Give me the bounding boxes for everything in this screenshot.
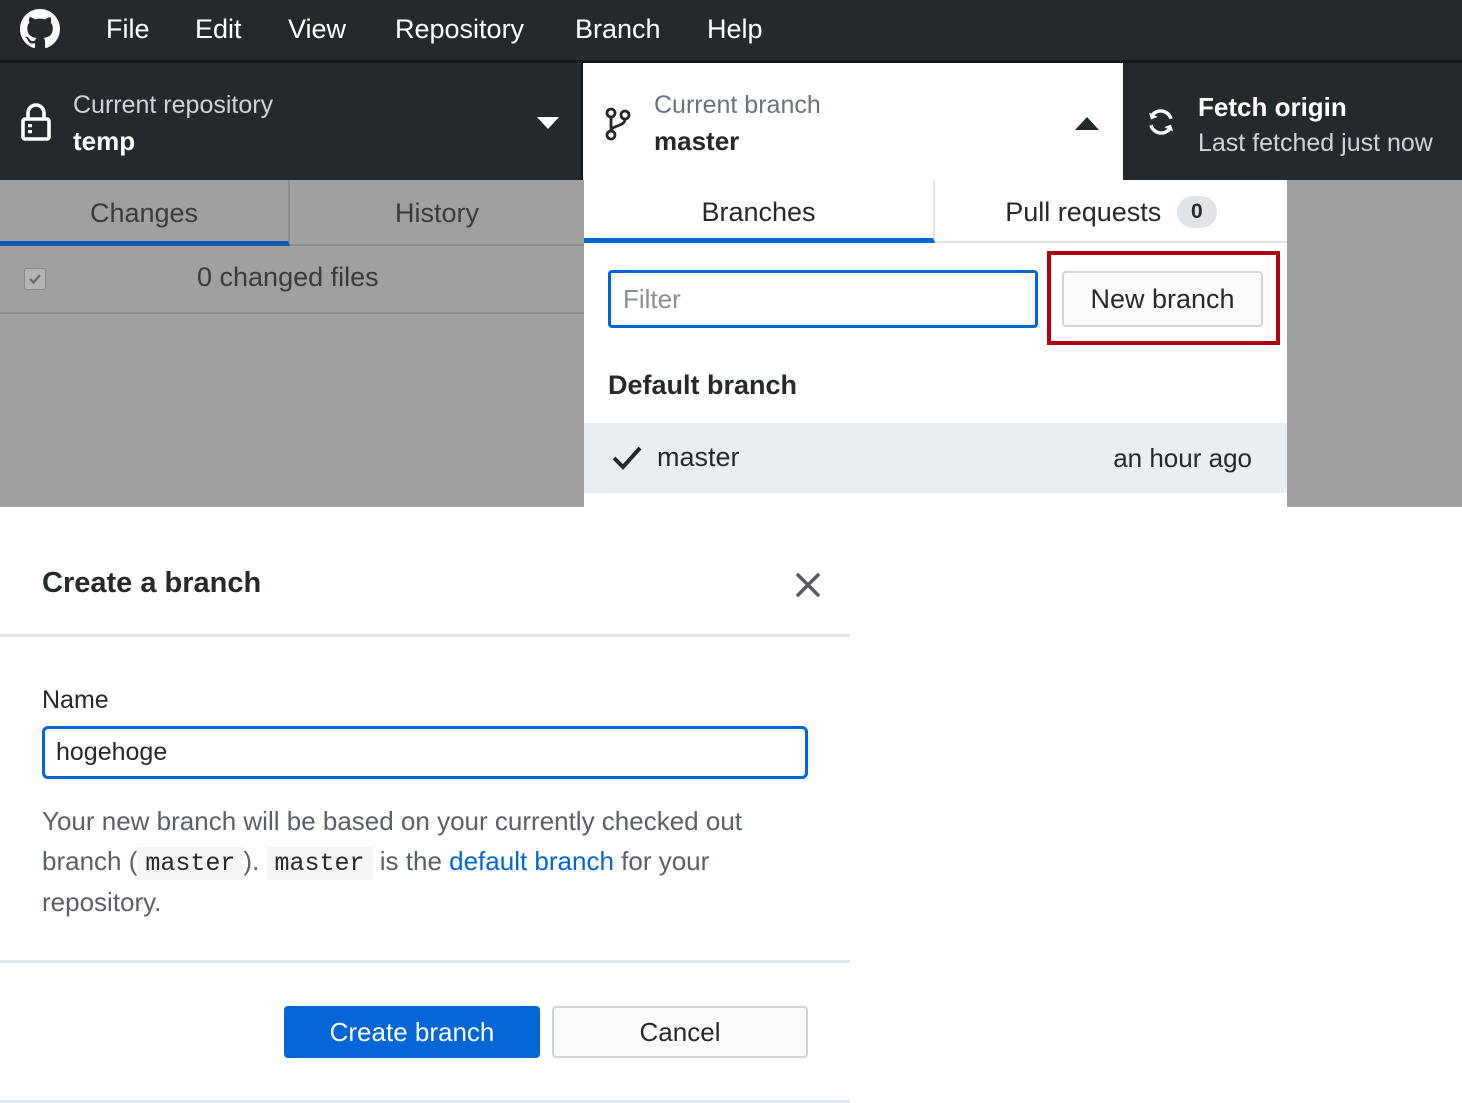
github-logo-icon: [20, 9, 60, 49]
desc-text: ).: [243, 845, 267, 876]
tab-branches[interactable]: Branches: [584, 180, 935, 243]
dialog-header-divider: [0, 634, 850, 637]
menu-bar: File Edit View Repository Branch Help: [0, 0, 1462, 60]
branch-filter-input[interactable]: [608, 270, 1038, 328]
create-branch-dialog: Create a branch Name Your new branch wil…: [0, 530, 850, 1103]
menu-repository[interactable]: Repository: [395, 12, 524, 46]
caret-down-icon: [537, 117, 559, 129]
new-branch-button[interactable]: New branch: [1062, 271, 1263, 327]
branch-last-updated: an hour ago: [1113, 443, 1252, 473]
select-all-checkbox[interactable]: [24, 268, 46, 290]
git-branch-icon: [605, 107, 631, 141]
changes-header-row: 0 changed files: [0, 246, 584, 314]
pull-request-count-badge: 0: [1176, 196, 1217, 228]
checkmark-icon: [29, 274, 41, 285]
caret-up-icon: [1075, 117, 1099, 130]
branch-description: Your new branch will be based on your cu…: [42, 802, 772, 923]
dialog-footer-divider: [0, 960, 850, 963]
changes-sidebar: Changes History 0 changed files: [0, 180, 584, 507]
dialog-title: Create a branch: [42, 567, 262, 599]
fetch-origin-button[interactable]: Fetch origin Last fetched just now: [1123, 63, 1462, 180]
menu-branch[interactable]: Branch: [575, 12, 661, 46]
branch-name-input[interactable]: [42, 726, 808, 779]
cancel-button[interactable]: Cancel: [552, 1006, 808, 1058]
branch-dropdown: Branches Pull requests 0 New branch Defa…: [584, 180, 1287, 507]
current-repository-button[interactable]: Current repository temp: [0, 63, 583, 180]
current-repository-label: Current repository: [73, 91, 274, 119]
branch-name-label: Name: [42, 686, 109, 714]
toolbar: Current repository temp Current branch m…: [0, 60, 1462, 180]
menu-file[interactable]: File: [106, 12, 150, 46]
current-branch-label: Current branch: [654, 91, 821, 119]
tab-history[interactable]: History: [290, 180, 584, 246]
default-branch-heading: Default branch: [608, 370, 798, 400]
default-branch-link[interactable]: default branch: [449, 846, 614, 876]
current-branch-name: master: [654, 126, 740, 156]
changed-files-count: 0 changed files: [197, 262, 379, 292]
code-current-branch: master: [137, 846, 244, 880]
sync-icon: [1149, 109, 1173, 135]
code-default-branch: master: [266, 846, 373, 880]
desc-text: is the: [372, 845, 450, 876]
current-repository-name: temp: [73, 126, 136, 156]
tab-changes[interactable]: Changes: [0, 180, 290, 246]
tab-pull-requests-label: Pull requests: [1005, 197, 1162, 227]
last-fetched-status: Last fetched just now: [1198, 129, 1433, 157]
lock-icon: [21, 103, 51, 141]
create-branch-button[interactable]: Create branch: [284, 1006, 540, 1058]
menu-view[interactable]: View: [288, 12, 346, 46]
close-icon[interactable]: [793, 570, 823, 600]
tab-history-label: History: [394, 198, 479, 228]
tab-branches-label: Branches: [701, 197, 816, 227]
tab-changes-label: Changes: [89, 198, 199, 228]
checkmark-icon: [612, 446, 642, 470]
branch-list-item[interactable]: master an hour ago: [584, 423, 1287, 493]
menu-edit[interactable]: Edit: [195, 12, 242, 46]
branch-name: master: [657, 442, 740, 472]
dimmed-area: [1287, 180, 1462, 507]
tab-pull-requests[interactable]: Pull requests 0: [935, 180, 1287, 243]
menu-help[interactable]: Help: [707, 12, 763, 46]
fetch-origin-label: Fetch origin: [1198, 92, 1347, 122]
current-branch-button[interactable]: Current branch master: [583, 63, 1123, 180]
